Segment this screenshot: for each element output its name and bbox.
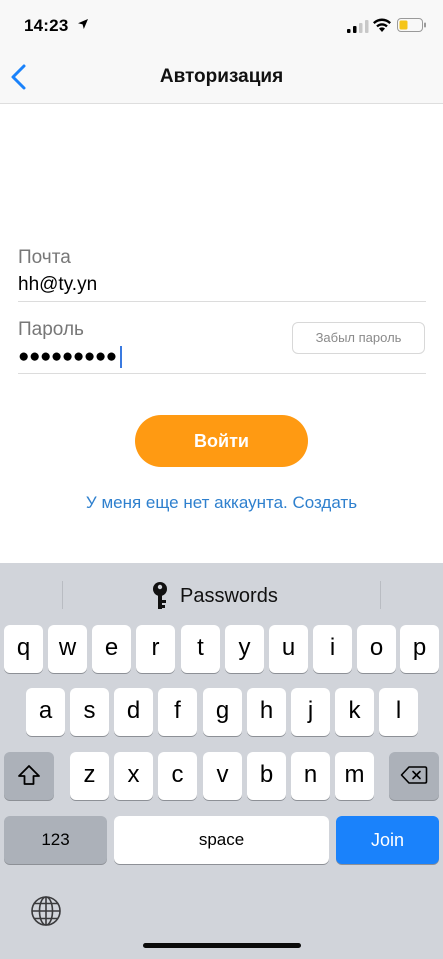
key-m[interactable]: m [335, 752, 374, 800]
wifi-icon [373, 18, 391, 32]
password-field[interactable]: ●●●●●●●●● [18, 346, 117, 368]
key-f[interactable]: f [158, 688, 197, 736]
password-divider [18, 373, 426, 374]
shift-key[interactable] [4, 752, 54, 800]
key-n[interactable]: n [291, 752, 330, 800]
key-j[interactable]: j [291, 688, 330, 736]
globe-icon[interactable] [30, 895, 62, 927]
login-button[interactable]: Войти [135, 415, 308, 467]
page-title: Авторизация [159, 66, 284, 87]
key-v[interactable]: v [203, 752, 242, 800]
key-g[interactable]: g [203, 688, 242, 736]
key-icon [153, 582, 167, 609]
email-divider [18, 301, 426, 302]
passwords-label: Passwords [180, 584, 278, 607]
key-s[interactable]: s [70, 688, 109, 736]
key-w[interactable]: w [48, 625, 87, 673]
key-u[interactable]: u [269, 625, 308, 673]
key-t[interactable]: t [181, 625, 220, 673]
location-arrow-icon [78, 19, 88, 29]
key-y[interactable]: y [225, 625, 264, 673]
signal-icon [347, 20, 369, 33]
key-r[interactable]: r [136, 625, 175, 673]
numbers-key[interactable]: 123 [4, 816, 107, 864]
suggestion-divider [380, 581, 381, 609]
forgot-password-button[interactable]: Забыл пароль [292, 322, 425, 354]
key-q[interactable]: q [4, 625, 43, 673]
suggestion-divider [62, 581, 63, 609]
key-x[interactable]: x [114, 752, 153, 800]
key-p[interactable]: p [400, 625, 439, 673]
backspace-icon [400, 766, 428, 784]
register-link[interactable]: У меня еще нет аккаунта. Создать [0, 493, 443, 513]
home-indicator[interactable] [143, 943, 301, 948]
passwords-suggestion[interactable]: Passwords [150, 579, 278, 613]
key-i[interactable]: i [313, 625, 352, 673]
email-label: Почта [18, 247, 71, 268]
join-key[interactable]: Join [336, 816, 439, 864]
battery-icon [397, 18, 426, 32]
text-caret [120, 346, 122, 368]
status-bar: 14:23 [0, 0, 443, 48]
nav-bar: Авторизация [0, 48, 443, 104]
key-h[interactable]: h [247, 688, 286, 736]
key-z[interactable]: z [70, 752, 109, 800]
shift-icon [18, 765, 40, 785]
key-e[interactable]: e [92, 625, 131, 673]
key-d[interactable]: d [114, 688, 153, 736]
key-k[interactable]: k [335, 688, 374, 736]
status-time: 14:23 [24, 16, 69, 35]
key-l[interactable]: l [379, 688, 418, 736]
delete-key[interactable] [389, 752, 439, 800]
keyboard: Passwords q w e r t y u i o p a s d f g … [0, 563, 443, 959]
password-label: Пароль [18, 319, 84, 340]
space-key[interactable]: space [114, 816, 329, 864]
email-field[interactable]: hh@ty.yn [18, 274, 97, 296]
key-c[interactable]: c [158, 752, 197, 800]
key-a[interactable]: a [26, 688, 65, 736]
key-b[interactable]: b [247, 752, 286, 800]
key-o[interactable]: o [357, 625, 396, 673]
